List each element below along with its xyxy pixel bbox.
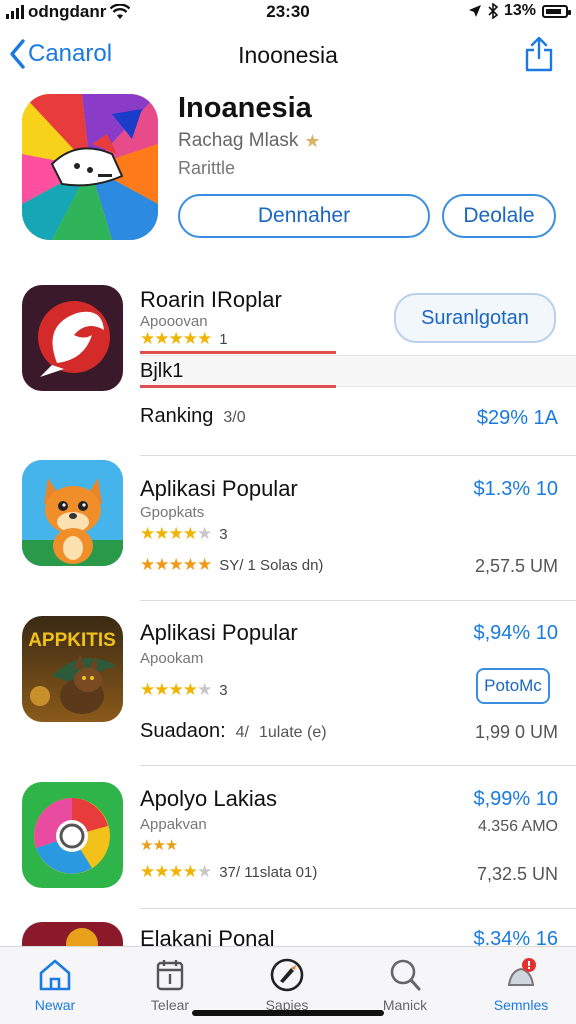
- partial-app-icon: [22, 922, 123, 946]
- star-icon: ★: [304, 130, 321, 151]
- tab-semnles[interactable]: Semnles: [476, 955, 566, 1013]
- app-size: 2,57.5 UM: [474, 556, 558, 576]
- app-price: $29% 1A: [476, 407, 558, 429]
- update-number: 4/: [235, 724, 249, 741]
- review-stars: ★★★★: [140, 862, 198, 881]
- app-price: $,94% 10: [473, 622, 558, 644]
- battery-percent: 13%: [503, 2, 536, 19]
- app-size: 1,99 0 UM: [474, 722, 558, 742]
- app-icon: [22, 782, 123, 888]
- highlight-underline: [140, 385, 336, 388]
- notification-icon: [507, 958, 536, 986]
- color-wheel-icon: [22, 782, 123, 888]
- tab-label: Newar: [34, 997, 76, 1013]
- review-info: ★★★★★ SY/ 1 Solas dn): [140, 555, 323, 575]
- stars-filled: ★★★★: [140, 524, 198, 543]
- tab-newar[interactable]: Newar: [10, 955, 100, 1013]
- rating-count: 1: [219, 330, 228, 348]
- rating-count: 3: [219, 525, 228, 543]
- divider: [140, 455, 576, 456]
- house-icon: [39, 959, 71, 991]
- update-info: Suadaon: 4/ 1ulate (e): [140, 720, 327, 743]
- page-title: Inoonesia: [238, 42, 338, 68]
- tab-manick[interactable]: Manick: [360, 955, 450, 1013]
- divider: [140, 765, 576, 766]
- stars-filled: ★★★★★: [140, 329, 212, 348]
- app-subtitle: Apookam: [140, 650, 204, 667]
- bluetooth-icon: [488, 3, 498, 19]
- ranking-label: Ranking: [140, 405, 214, 427]
- review-stars: ★★★★★: [140, 555, 212, 574]
- featured-app-developer: Rachag Mlask ★: [178, 130, 321, 152]
- rating-stars: ★★★★★ 3: [140, 524, 228, 544]
- tab-label: Semnles: [493, 997, 549, 1013]
- ranking-value: 3/0: [223, 409, 246, 426]
- review-text: SY/ 1 Solas dn): [219, 556, 324, 574]
- review-stars-empty: ★: [196, 862, 212, 881]
- update-text: 1ulate (e): [258, 724, 327, 741]
- red-bird-icon: [22, 285, 123, 391]
- divider: [140, 908, 576, 909]
- featured-app-category: Rarittle: [178, 158, 236, 178]
- divider: [140, 600, 576, 601]
- app-subtitle: Apooovan: [140, 313, 208, 330]
- colorful-burst-icon: [22, 94, 158, 240]
- developer-label: Rachag Mlask: [178, 130, 299, 151]
- tab-label: Telear: [150, 997, 190, 1013]
- location-icon: [468, 5, 481, 17]
- highlight-strip: Bjlk1: [140, 355, 576, 387]
- app-name: Apolyo Lakias: [140, 786, 277, 811]
- highlight-underline: [140, 351, 336, 354]
- secondary-action-button[interactable]: Deolale: [442, 194, 556, 238]
- navigation-bar: Canarol Inoonesia: [0, 30, 576, 80]
- wolf-game-icon: APPKITIS: [22, 616, 123, 722]
- app-icon: [22, 285, 123, 391]
- app-price-secondary: 4.356 AMO: [477, 818, 558, 835]
- app-icon: [22, 922, 123, 946]
- update-label: Suadaon:: [140, 720, 226, 742]
- app-name: Roarin IRoplar: [140, 287, 282, 312]
- fox-character-icon: [22, 460, 123, 566]
- featured-app-title: Inoanesia: [178, 92, 312, 124]
- stars-filled: ★★★★: [140, 680, 198, 699]
- primary-action-button[interactable]: Dennaher: [178, 194, 430, 238]
- icon-lettering: APPKITIS: [28, 630, 116, 651]
- review-info: ★★★★★ 37/ 11slata 01): [140, 862, 317, 882]
- stars-empty: ★: [196, 680, 212, 699]
- get-button[interactable]: Suranlgotan: [394, 293, 556, 343]
- battery-icon: [542, 4, 571, 18]
- ranking-info: Ranking 3/0: [140, 405, 246, 428]
- tab-sapies[interactable]: Sapies: [242, 955, 332, 1013]
- share-icon[interactable]: [524, 36, 554, 72]
- app-icon: APPKITIS: [22, 616, 123, 722]
- calendar-icon: [156, 960, 184, 991]
- status-right: 13%: [468, 2, 571, 20]
- rating-stars: ★★★★★ 3: [140, 680, 228, 700]
- review-text: 37/ 11slata 01): [219, 863, 318, 881]
- highlight-label: Bjlk1: [140, 360, 184, 382]
- tab-label: Manick: [382, 997, 428, 1013]
- stars-filled: ★★★: [140, 837, 178, 854]
- stars-empty: ★: [196, 524, 212, 543]
- app-subtitle: Gpopkats: [140, 504, 205, 521]
- app-name: Aplikasi Popular: [140, 620, 298, 645]
- app-size: 7,32.5 UN: [476, 864, 558, 884]
- home-indicator: [192, 1010, 384, 1016]
- app-name: Aplikasi Popular: [140, 476, 298, 501]
- rating-count: 3: [219, 681, 228, 699]
- search-icon: [390, 959, 421, 991]
- app-price: $,99% 10: [473, 788, 558, 810]
- rating-stars: ★★★★★ 1: [140, 329, 228, 349]
- app-subtitle: Appakvan: [140, 816, 207, 833]
- rocket-icon: [270, 958, 304, 992]
- featured-app-icon[interactable]: [22, 94, 158, 240]
- status-badge[interactable]: PotoMc: [476, 668, 550, 704]
- app-icon: [22, 460, 123, 566]
- app-price: $1.3% 10: [473, 478, 558, 500]
- rating-stars: ★★★: [140, 836, 178, 854]
- status-bar: odngdanr 23:30 13%: [0, 0, 576, 26]
- tab-telear[interactable]: Telear: [125, 955, 215, 1013]
